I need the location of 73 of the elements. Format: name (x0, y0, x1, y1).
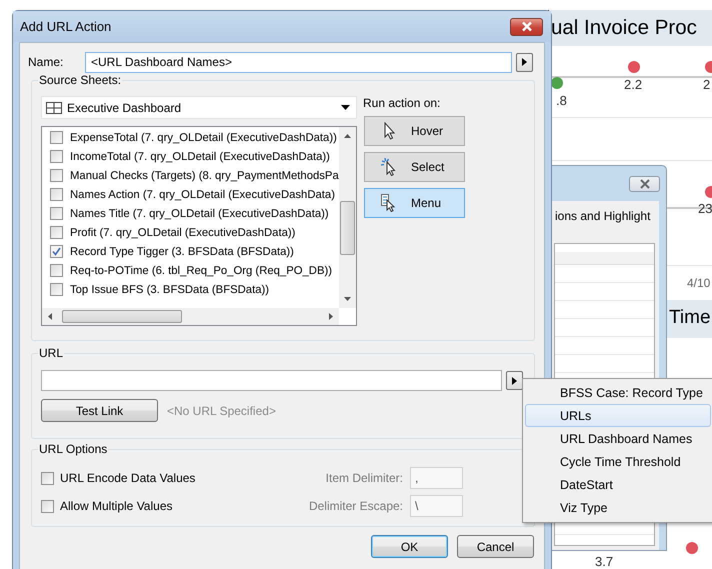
up-arrow-icon (344, 134, 351, 138)
delimiter-label: Item Delimiter: (324, 471, 403, 485)
menu-item[interactable]: URL Dashboard Names (525, 427, 711, 450)
checkbox[interactable] (50, 150, 63, 163)
checkbox[interactable] (50, 169, 63, 182)
run-action-button[interactable]: Select (364, 152, 465, 182)
value-label: .8 (556, 93, 567, 108)
run-action-label: Run action on: (363, 96, 442, 110)
dashboard-title: ual Invoice Proc (549, 10, 712, 46)
group-label: Source Sheets: (38, 73, 122, 87)
checkbox[interactable] (41, 500, 54, 512)
dialog-button[interactable]: Cancel (457, 535, 534, 558)
menu-item[interactable]: DateStart (525, 473, 711, 496)
checkbox[interactable] (50, 207, 63, 220)
sheet-name[interactable]: Top Issue BFS (3. BFSData (BFSData)) (70, 284, 270, 296)
close-button[interactable] (510, 18, 543, 36)
value-label: 3.7 (595, 554, 614, 569)
sheet-name[interactable]: Manual Checks (Targets) (8. qry_PaymentMethodsPa (70, 170, 339, 182)
checkbox[interactable] (50, 283, 63, 296)
sheet-name[interactable]: ExpenseTotal (7. qry_OLDetail (ExecutiveDashData)) (70, 132, 337, 144)
section-title: Time (669, 307, 711, 329)
triangle-icon (512, 376, 517, 384)
run-action-button[interactable]: Hover (364, 116, 465, 146)
group-label: URL Options (38, 442, 108, 456)
menu-item[interactable]: URLs (525, 404, 711, 427)
caption-text: ions and Highlight (555, 209, 650, 223)
dialog-button[interactable]: OK (371, 535, 448, 558)
triangle-icon (522, 58, 527, 66)
dashboard-icon (46, 102, 62, 114)
sheet-dropdown[interactable]: Executive Dashboard (41, 96, 357, 119)
click-cursor-icon (381, 158, 397, 176)
horizontal-scrollbar[interactable] (42, 308, 339, 325)
checkbox[interactable] (50, 226, 63, 239)
option-label[interactable]: Allow Multiple Values (60, 499, 250, 513)
left-arrow-icon (48, 313, 52, 320)
value-label: 2.2 (624, 77, 642, 92)
group-label: URL (38, 346, 64, 360)
vertical-scrollbar[interactable] (339, 127, 356, 308)
sheet-name[interactable]: Names Title (7. qry_OLDetail (ExecutiveDashData)) (70, 208, 329, 220)
checkbox[interactable] (41, 472, 54, 484)
window-title: Add URL Action (20, 19, 112, 34)
url-field[interactable] (41, 370, 502, 391)
insert-field-button[interactable] (506, 371, 523, 390)
menu-item[interactable]: Viz Type (525, 496, 711, 519)
checkbox[interactable] (50, 188, 63, 201)
url-status-text: <No URL Specified> (167, 404, 276, 418)
run-action-button[interactable]: Menu (364, 188, 465, 218)
caret-icon (341, 105, 350, 110)
checkbox[interactable] (50, 131, 63, 144)
menu-item[interactable]: Cycle Time Threshold (525, 450, 711, 473)
sheet-name[interactable]: Names Action (7. qry_OLDetail (ExecutiveDashData) (70, 188, 335, 200)
right-arrow-icon (329, 313, 333, 320)
sheet-name[interactable]: Req-to-POTime (6. tbl_Req_Po_Org (Req_PO_DB)) (70, 264, 332, 276)
menu-item[interactable]: BFSS Case: Record Type (525, 381, 711, 404)
name-field[interactable]: <URL Dashboard Names> (85, 52, 512, 72)
sheet-name[interactable]: Profit (7. qry_OLDetail (ExecutiveDashData)) (70, 226, 296, 238)
insert-field-button[interactable] (516, 52, 533, 72)
value-label: 2 (703, 77, 710, 92)
checkbox[interactable] (50, 245, 63, 258)
option-label[interactable]: URL Encode Data Values (60, 471, 250, 485)
name-label: Name: (28, 55, 64, 69)
menu-cursor-icon (381, 194, 397, 212)
sheet-name[interactable]: Record Type Tigger (3. BFSData (BFSData)) (70, 246, 294, 258)
down-arrow-icon (344, 297, 351, 301)
value-label: 23 (698, 201, 712, 216)
sheet-name[interactable]: IncomeTotal (7. qry_OLDetail (ExecutiveDashData)) (70, 150, 330, 162)
close-button[interactable] (629, 176, 660, 192)
axis-label: 4/10 (687, 276, 710, 290)
close-icon (520, 21, 534, 32)
test-link-button[interactable]: Test Link (41, 399, 158, 422)
checkbox[interactable] (50, 264, 63, 277)
close-icon (638, 179, 650, 189)
delimiter-label: Delimiter Escape: (308, 499, 403, 513)
